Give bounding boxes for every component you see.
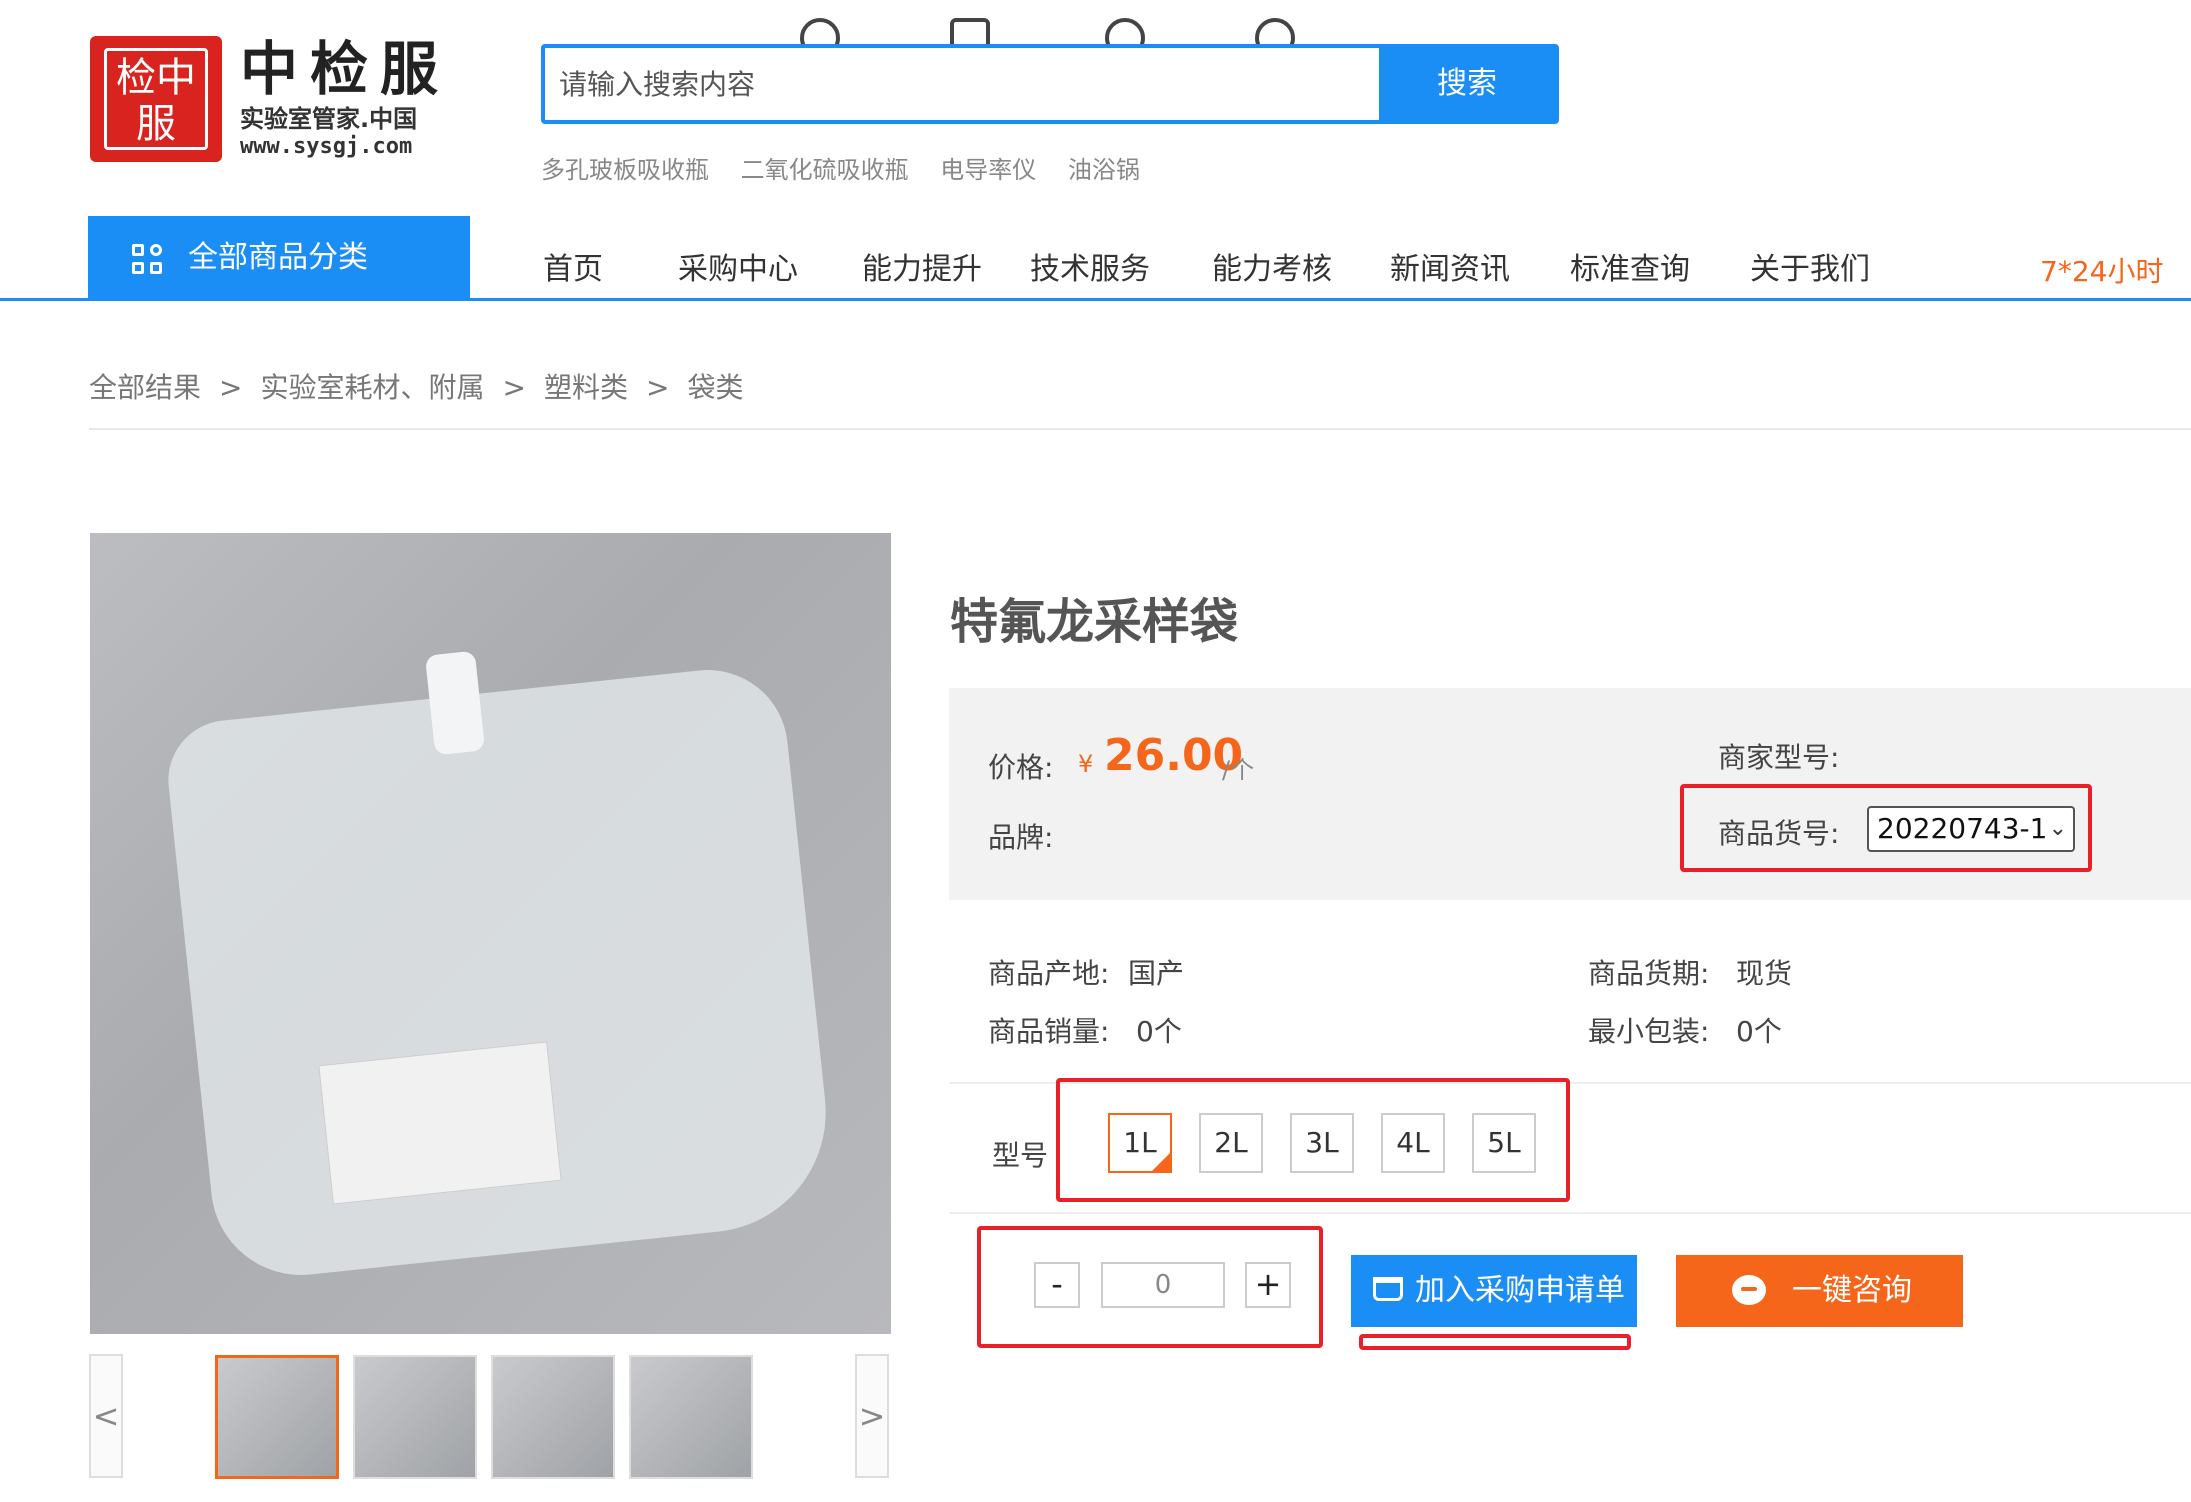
breadcrumb-item[interactable]: 塑料类: [544, 371, 628, 404]
breadcrumb-item[interactable]: 全部结果: [89, 371, 201, 404]
min-pack-value: 0个: [1736, 1015, 1782, 1048]
clipboard-icon[interactable]: [950, 18, 990, 46]
breadcrumb-separator: >: [645, 371, 670, 404]
annotation-box: [1359, 1334, 1631, 1350]
breadcrumb: 全部结果 > 实验室耗材、附属 > 塑料类 > 袋类: [89, 366, 743, 406]
nav-item-procurement[interactable]: 采购中心: [678, 244, 798, 288]
delivery-label: 商品货期:: [1588, 957, 1710, 990]
thumb-prev-button[interactable]: <: [89, 1354, 123, 1478]
add-to-request-label: 加入采购申请单: [1415, 1273, 1625, 1308]
nav-item-news[interactable]: 新闻资讯: [1390, 244, 1510, 288]
origin-value: 国产: [1128, 957, 1185, 990]
hot-search-item[interactable]: 多孔玻板吸收瓶: [541, 156, 709, 184]
consult-button[interactable]: 一键咨询: [1676, 1255, 1963, 1327]
product-title: 特氟龙采样袋: [950, 594, 1239, 650]
breadcrumb-item[interactable]: 实验室耗材、附属: [260, 371, 484, 404]
brand-label: 品牌:: [988, 821, 1054, 854]
consult-label: 一键咨询: [1792, 1273, 1912, 1308]
chat-bubble-icon: [1732, 1275, 1766, 1305]
user-icon[interactable]: [800, 18, 840, 46]
chat-icon[interactable]: [1105, 18, 1145, 46]
brand-tagline: 实验室管家.中国: [240, 105, 418, 133]
nav-item-home[interactable]: 首页: [543, 244, 603, 288]
variant-label: 型号: [992, 1139, 1049, 1172]
hot-search-item[interactable]: 二氧化硫吸收瓶: [741, 156, 909, 184]
hot-searches: 多孔玻板吸收瓶 二氧化硫吸收瓶 电导率仪 油浴锅: [541, 150, 1164, 185]
search-input[interactable]: [545, 48, 1383, 120]
bag-label: [318, 1041, 562, 1205]
thumbnail-4[interactable]: [629, 1355, 753, 1479]
annotation-box: [1680, 784, 2092, 872]
origin-label: 商品产地:: [988, 957, 1110, 990]
thumbnail-2[interactable]: [353, 1355, 477, 1479]
brand-block: 中检服 实验室管家.中国 www.sysgj.com: [240, 34, 450, 160]
thumbnail-3[interactable]: [491, 1355, 615, 1479]
annotation-box: [977, 1226, 1323, 1348]
nav-item-proficiency[interactable]: 能力考核: [1212, 244, 1332, 288]
all-categories-label: 全部商品分类: [188, 240, 368, 275]
thumb-next-button[interactable]: >: [855, 1354, 889, 1478]
nav-item-standards[interactable]: 标准查询: [1570, 244, 1690, 288]
service-hours: 7*24小时: [2040, 255, 2164, 288]
nav-item-about[interactable]: 关于我们: [1750, 244, 1870, 288]
cart-icon: [1373, 1277, 1403, 1301]
account-icon[interactable]: [1255, 18, 1295, 46]
divider: [949, 1212, 2191, 1214]
price-label: 价格:: [988, 751, 1054, 784]
search-box: 搜索: [541, 44, 1559, 124]
top-icon-row: [800, 18, 1320, 46]
product-main-image: [90, 533, 891, 1334]
currency-symbol: ¥: [1078, 750, 1094, 778]
logo-seal: 检中服: [104, 48, 208, 150]
bag-valve: [424, 650, 486, 756]
min-pack-label: 最小包装:: [1588, 1015, 1710, 1048]
price-unit: /个: [1222, 756, 1255, 784]
brand-url: www.sysgj.com: [240, 134, 413, 159]
all-categories-button[interactable]: 全部商品分类: [88, 216, 470, 300]
brand-name: 中检服: [240, 35, 451, 103]
divider: [89, 428, 2191, 430]
nav-item-tech-service[interactable]: 技术服务: [1030, 244, 1150, 288]
breadcrumb-separator: >: [219, 371, 243, 404]
sales-value: 0个: [1136, 1015, 1182, 1048]
breadcrumb-item[interactable]: 袋类: [687, 371, 743, 404]
site-logo[interactable]: 检中服: [90, 36, 222, 162]
merchant-model-label: 商家型号:: [1718, 741, 1840, 774]
annotation-box: [1056, 1078, 1570, 1202]
hot-search-item[interactable]: 电导率仪: [940, 156, 1036, 184]
sales-label: 商品销量:: [988, 1015, 1110, 1048]
add-to-request-button[interactable]: 加入采购申请单: [1351, 1255, 1637, 1327]
search-button[interactable]: 搜索: [1379, 48, 1555, 120]
hot-search-item[interactable]: 油浴锅: [1068, 156, 1140, 184]
grid-icon: [132, 244, 164, 276]
thumbnail-1[interactable]: [215, 1355, 339, 1479]
bag-shape: [162, 662, 838, 1284]
delivery-value: 现货: [1736, 957, 1793, 990]
breadcrumb-separator: >: [502, 371, 526, 404]
nav-item-capability[interactable]: 能力提升: [862, 244, 982, 288]
